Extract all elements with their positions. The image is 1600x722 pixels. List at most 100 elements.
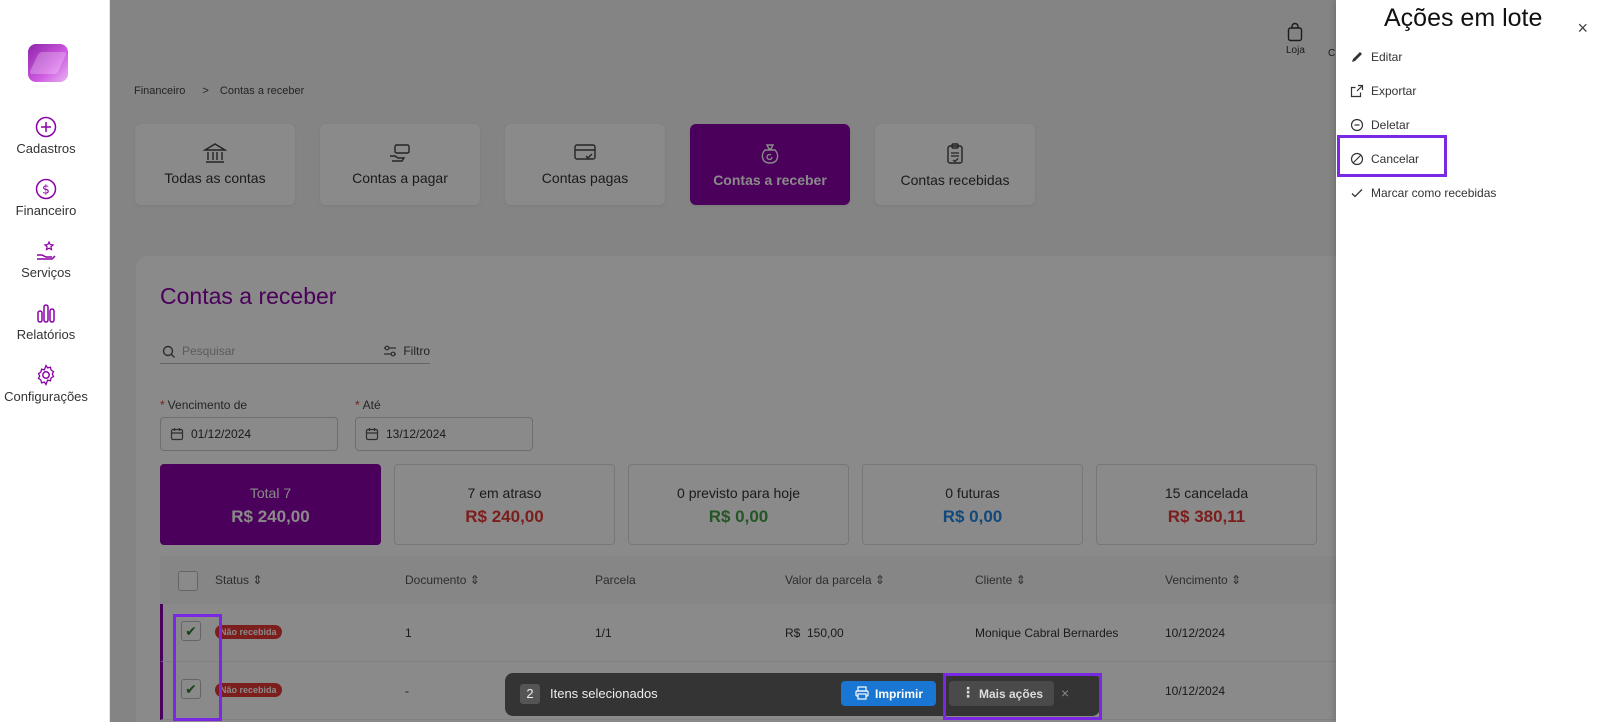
stat-value: R$ 0,00 [708,507,769,526]
table-row[interactable]: ✔ Não recebida 1 1/1 R$ 150,00 Monique C… [160,604,1336,662]
status-badge: Não recebida [215,625,282,639]
row-checkbox[interactable]: ✔ [181,621,201,641]
gear-icon [37,364,55,386]
tile-todas-as-contas[interactable]: Todas as contas [135,124,295,205]
cell-documento: 1 [405,626,412,640]
table-header: Status ⇕ Documento ⇕ Parcela Valor da pa… [160,556,1336,604]
bar-chart-icon [37,304,55,323]
date-from-value: 01/12/2024 [191,427,252,441]
breadcrumb-current: Contas a receber [219,85,305,97]
close-icon[interactable]: × [1577,18,1588,39]
sidebar: Cadastros $ Financeiro Serviços Relatóri… [0,0,110,722]
printer-icon [855,686,869,700]
sliders-icon [384,345,397,357]
breadcrumb-separator: > [202,85,209,97]
pencil-icon [1352,52,1362,62]
tile-contas-a-pagar[interactable]: Contas a pagar [320,124,480,205]
stat-value: R$ 240,00 [231,507,310,526]
stat-label: Total 7 [249,485,292,501]
stat-futuras[interactable]: 0 futuras R$ 0,00 [862,464,1083,545]
date-from-label: * Vencimento de [160,398,248,412]
receivables-panel: Contas a receber Pesquisar Filtro * Venci… [136,256,1336,722]
stat-value: R$ 0,00 [942,507,1003,526]
tile-contas-pagas[interactable]: Contas pagas [505,124,665,205]
bank-icon [203,143,227,163]
tile-contas-recebidas[interactable]: Contas recebidas [875,124,1035,205]
app-logo[interactable] [28,44,68,82]
cancel-circle-icon [1350,152,1364,166]
cell-documento: - [405,684,409,698]
stat-em-atraso[interactable]: 7 em atraso R$ 240,00 [394,464,615,545]
sidebar-item-label: Serviços [21,265,71,280]
filter-label: Filtro [403,344,430,358]
sidebar-item-label: Financeiro [15,203,77,218]
sidebar-item-cadastros[interactable]: Cadastros [0,116,92,156]
tile-contas-a-receber[interactable]: Contas a receber [690,124,850,205]
hand-star-icon [37,240,56,260]
store-label: Loja [1286,45,1305,56]
close-selection-button[interactable]: × [1061,685,1069,701]
cell-vencimento: 10/12/2024 [1165,684,1226,698]
column-header-vencimento[interactable]: Vencimento ⇕ [1165,573,1241,587]
cell-valor: R$ 150,00 [785,626,844,640]
date-from-field[interactable]: 01/12/2024 [160,417,338,451]
selected-count: 2 [520,684,540,704]
sidebar-item-configuracoes[interactable]: Configurações [0,364,92,404]
stat-label: 15 cancelada [1164,485,1249,501]
sidebar-item-financeiro[interactable]: $ Financeiro [0,178,92,218]
stat-cancelada[interactable]: 15 cancelada R$ 380,11 [1096,464,1317,545]
selection-bar: 2 Itens selecionados Imprimir ⋮ Mais açõ… [505,673,1100,716]
store-button[interactable]: Loja [1286,22,1305,56]
stat-previsto-hoje[interactable]: 0 previsto para hoje R$ 0,00 [628,464,849,545]
card-check-icon [574,144,596,160]
column-header-cliente[interactable]: Cliente ⇕ [975,573,1026,587]
column-header-documento[interactable]: Documento ⇕ [405,573,480,587]
plus-circle-icon [35,116,57,138]
cell-cliente: Monique Cabral Bernardes [975,626,1119,640]
search-input[interactable]: Pesquisar Filtro [160,340,430,364]
clipboard-check-icon [947,143,963,164]
bulk-actions-drawer: Ações em lote × Editar Exportar Deletar … [1336,0,1600,722]
print-button[interactable]: Imprimir [841,681,936,706]
print-label: Imprimir [875,687,924,701]
sidebar-item-label: Relatórios [16,327,76,342]
cell-parcela: 1/1 [595,626,612,640]
sidebar-item-servicos[interactable]: Serviços [0,240,92,280]
sidebar-item-label: Cadastros [16,141,76,156]
tile-label: Contas pagas [541,170,629,186]
stat-total[interactable]: Total 7 R$ 240,00 [160,464,381,545]
stat-value: R$ 240,00 [465,507,544,526]
stat-label: 7 em atraso [467,485,542,501]
sidebar-item-relatorios[interactable]: Relatórios [0,302,92,342]
calendar-icon [365,428,379,441]
main-content: Loja C Financeiro > Contas a receber Tod… [110,0,1336,722]
more-vertical-icon: ⋮ [961,684,975,700]
money-bag-icon [761,144,779,164]
date-to-label: * Até [355,398,381,412]
tile-label: Contas a receber [713,172,827,188]
topbar-truncated-label: C [1328,48,1336,59]
shopping-bag-icon [1288,22,1303,42]
stat-value: R$ 380,11 [1167,507,1246,526]
check-icon [1351,189,1363,198]
minus-circle-icon [1350,118,1364,132]
date-to-value: 13/12/2024 [386,427,447,441]
row-checkbox[interactable]: ✔ [181,679,201,699]
status-badge: Não recebida [215,683,282,697]
column-header-status[interactable]: Status ⇕ [215,573,262,587]
tile-label: Contas recebidas [900,172,1010,188]
selected-items-label: Itens selecionados [550,686,658,701]
stat-label: 0 previsto para hoje [677,485,800,501]
sidebar-item-label: Configurações [4,389,88,404]
more-actions-label: Mais ações [979,687,1044,701]
filter-button[interactable]: Filtro [384,344,430,358]
tile-label: Todas as contas [164,170,266,186]
select-all-checkbox[interactable] [178,571,198,591]
date-to-field[interactable]: 13/12/2024 [355,417,533,451]
column-header-valor[interactable]: Valor da parcela ⇕ [785,573,885,587]
export-icon [1350,84,1364,98]
more-actions-button[interactable]: ⋮ Mais ações [949,681,1054,706]
breadcrumb-root[interactable]: Financeiro [134,85,185,97]
calendar-icon [170,428,184,441]
stat-label: 0 futuras [945,485,1000,501]
